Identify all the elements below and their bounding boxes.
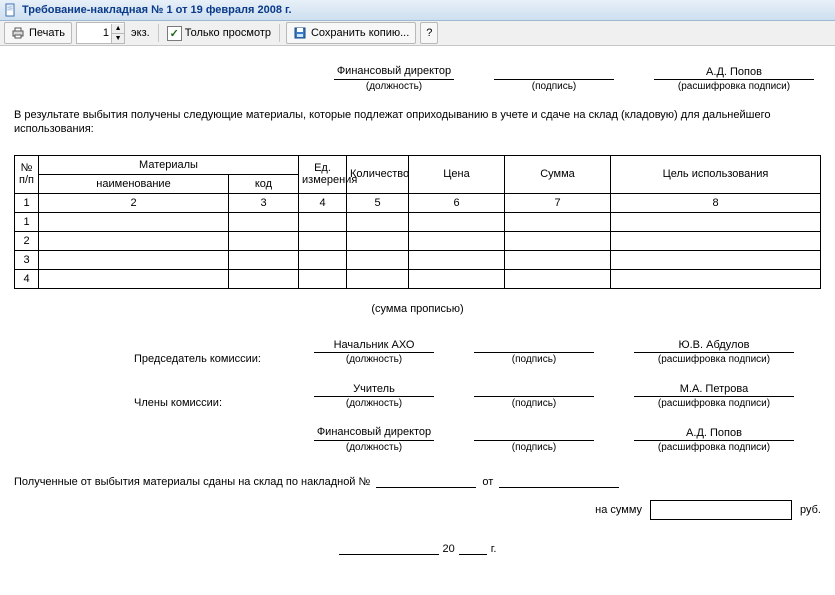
toolbar-separator [158,24,159,42]
sig-signature: (подпись) [474,337,594,365]
chairman-label: Председатель комиссии: [134,351,274,365]
th-mat-name: наименование [39,174,229,193]
th-qty: Количество [347,155,409,193]
member-row: Финансовый директор(должность) (подпись)… [134,425,821,453]
save-copy-button[interactable]: Сохранить копию... [286,22,416,44]
th-mat-code: код [229,174,299,193]
help-icon: ? [426,27,432,39]
printer-icon [11,26,25,40]
view-only-label: Только просмотр [185,27,271,39]
sig-name-value: А.Д. Попов [654,64,814,80]
colnum: 6 [409,193,505,212]
sig-signature: (подпись) [494,64,614,92]
handover-from: от [482,476,493,488]
colnum: 2 [39,193,229,212]
chairman-row: Председатель комиссии: Начальник АХО (до… [134,337,821,365]
sig-position: Финансовый директор (должность) [334,64,454,92]
th-materials: Материалы [39,155,299,174]
copies-input[interactable] [77,24,111,42]
save-icon [293,26,307,40]
colnum: 4 [299,193,347,212]
table-row: 2 [15,231,821,250]
copies-label: экз. [129,27,152,39]
invoice-date-field[interactable] [499,473,619,488]
invoice-number-field[interactable] [376,473,476,488]
window-title: Требование-накладная № 1 от 19 февраля 2… [22,4,292,16]
total-unit: руб. [800,504,821,516]
total-amount-field[interactable] [650,500,792,520]
approver-signature-row: Финансовый директор (должность) (подпись… [334,64,821,92]
th-price: Цена [409,155,505,193]
table-row: 1 [15,212,821,231]
intro-paragraph: В результате выбытия получены следующие … [14,108,821,137]
spinner-down[interactable]: ▼ [112,34,124,43]
th-sum: Сумма [505,155,611,193]
sig-position-caption: (должность) [366,81,422,92]
colnum: 5 [347,193,409,212]
spinner-up[interactable]: ▲ [112,24,124,34]
members-label: Члены комиссии: [134,395,274,409]
th-npp: № п/п [15,155,39,193]
colnum: 8 [611,193,821,212]
help-button[interactable]: ? [420,22,438,44]
toolbar: Печать ▲ ▼ экз. ✓ Только просмотр Сохран… [0,21,835,46]
th-unit: Ед. измерения [299,155,347,193]
handover-text: Полученные от выбытия материалы сданы на… [14,476,370,488]
colnum: 3 [229,193,299,212]
sig-name: А.Д. Попов (расшифровка подписи) [654,64,814,92]
date-year-field[interactable] [459,540,487,555]
save-copy-label: Сохранить копию... [311,27,409,39]
sig-name-caption: (расшифровка подписи) [678,81,790,92]
window-titlebar: Требование-накладная № 1 от 19 февраля 2… [0,0,835,21]
date-day-month[interactable] [339,540,439,555]
total-label: на сумму [595,504,642,516]
toolbar-separator [279,24,280,42]
print-button[interactable]: Печать [4,22,72,44]
date-year-prefix: 20 [443,543,455,555]
colnum: 7 [505,193,611,212]
date-year-suffix: г. [491,543,497,555]
table-row: 3 [15,250,821,269]
amount-in-words-caption: (сумма прописью) [14,303,821,315]
sig-name: Ю.В. Абдулов (расшифровка подписи) [634,337,794,365]
sig-position-value: Финансовый директор [334,64,454,80]
document-body: Финансовый директор (должность) (подпись… [0,46,835,595]
document-icon [4,3,18,17]
member-row: Члены комиссии: Учитель(должность) (подп… [134,381,821,409]
date-row: 20 г. [14,540,821,555]
copies-spinner[interactable]: ▲ ▼ [76,22,125,44]
th-purpose: Цель использования [611,155,821,193]
colnum: 1 [15,193,39,212]
handover-row: Полученные от выбытия материалы сданы на… [14,473,821,488]
table-row: 4 [15,269,821,288]
total-row: на сумму руб. [14,500,821,520]
materials-table: № п/п Материалы Ед. измерения Количество… [14,155,821,289]
sig-position: Начальник АХО (должность) [314,337,434,365]
checkbox-icon: ✓ [167,26,182,41]
view-only-checkbox[interactable]: ✓ Только просмотр [165,26,273,41]
print-label: Печать [29,27,65,39]
sig-signature-caption: (подпись) [532,81,576,92]
